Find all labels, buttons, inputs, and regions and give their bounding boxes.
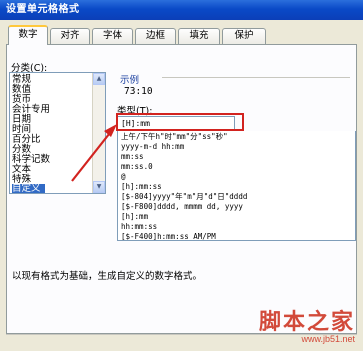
tab-fill[interactable]: 填充	[178, 28, 220, 44]
tab-protection[interactable]: 保护	[222, 28, 266, 44]
format-code-list[interactable]: 上午/下午h"时"mm"分"ss"秒" yyyy-m-d hh:mm mm:ss…	[117, 131, 356, 241]
format-item[interactable]: 上午/下午h"时"mm"分"ss"秒"	[121, 132, 228, 142]
category-listbox[interactable]: 常规 数值 货币 会计专用 日期 时间 百分比 分数 科学记数 文本 特殊 自定…	[9, 72, 106, 194]
format-cells-dialog: 设置单元格格式 数字 对齐 字体 边框 填充 保护 分类(C): 常规 数值 货…	[0, 0, 363, 351]
type-label: 类型(T):	[117, 106, 153, 117]
watermark-url: www.jb51.net	[301, 334, 355, 344]
format-description: 以现有格式为基础，生成自定义的数字格式。	[12, 271, 203, 282]
format-item[interactable]: hh:mm:ss	[121, 222, 157, 232]
sample-group: 示例 73:10	[118, 72, 350, 98]
format-item[interactable]: [$-F800]dddd, mmmm dd, yyyy	[121, 202, 243, 212]
category-item-custom[interactable]: 自定义	[12, 184, 45, 193]
format-item[interactable]: [$-F400]h:mm:ss AM/PM	[121, 232, 216, 240]
scroll-down-icon[interactable]: ▼	[93, 181, 105, 193]
type-input[interactable]	[117, 116, 235, 130]
tab-strip: 数字 对齐 字体 边框 填充 保护	[8, 25, 360, 45]
tab-border[interactable]: 边框	[135, 28, 176, 44]
sample-divider	[162, 77, 350, 78]
format-item[interactable]: [$-804]yyyy"年"m"月"d"日"dddd	[121, 192, 247, 202]
format-item[interactable]: [h]:mm:ss	[121, 182, 162, 192]
sample-label: 示例	[120, 75, 140, 86]
format-item[interactable]: mm:ss	[121, 152, 144, 162]
format-item[interactable]: mm:ss.0	[121, 162, 153, 172]
dialog-title: 设置单元格格式	[0, 0, 363, 20]
site-watermark: 脚本之家 www.jb51.net	[259, 310, 355, 345]
tab-number[interactable]: 数字	[8, 25, 48, 45]
format-item[interactable]: [h]:mm	[121, 212, 148, 222]
tab-font[interactable]: 字体	[92, 28, 133, 44]
format-item[interactable]: @	[121, 172, 126, 182]
category-scrollbar[interactable]: ▲ ▼	[92, 73, 105, 193]
scroll-up-icon[interactable]: ▲	[93, 73, 105, 85]
watermark-text: 脚本之家	[258, 309, 355, 335]
format-item[interactable]: yyyy-m-d hh:mm	[121, 142, 184, 152]
sample-value: 73:10	[124, 86, 153, 97]
tab-alignment[interactable]: 对齐	[50, 28, 90, 44]
